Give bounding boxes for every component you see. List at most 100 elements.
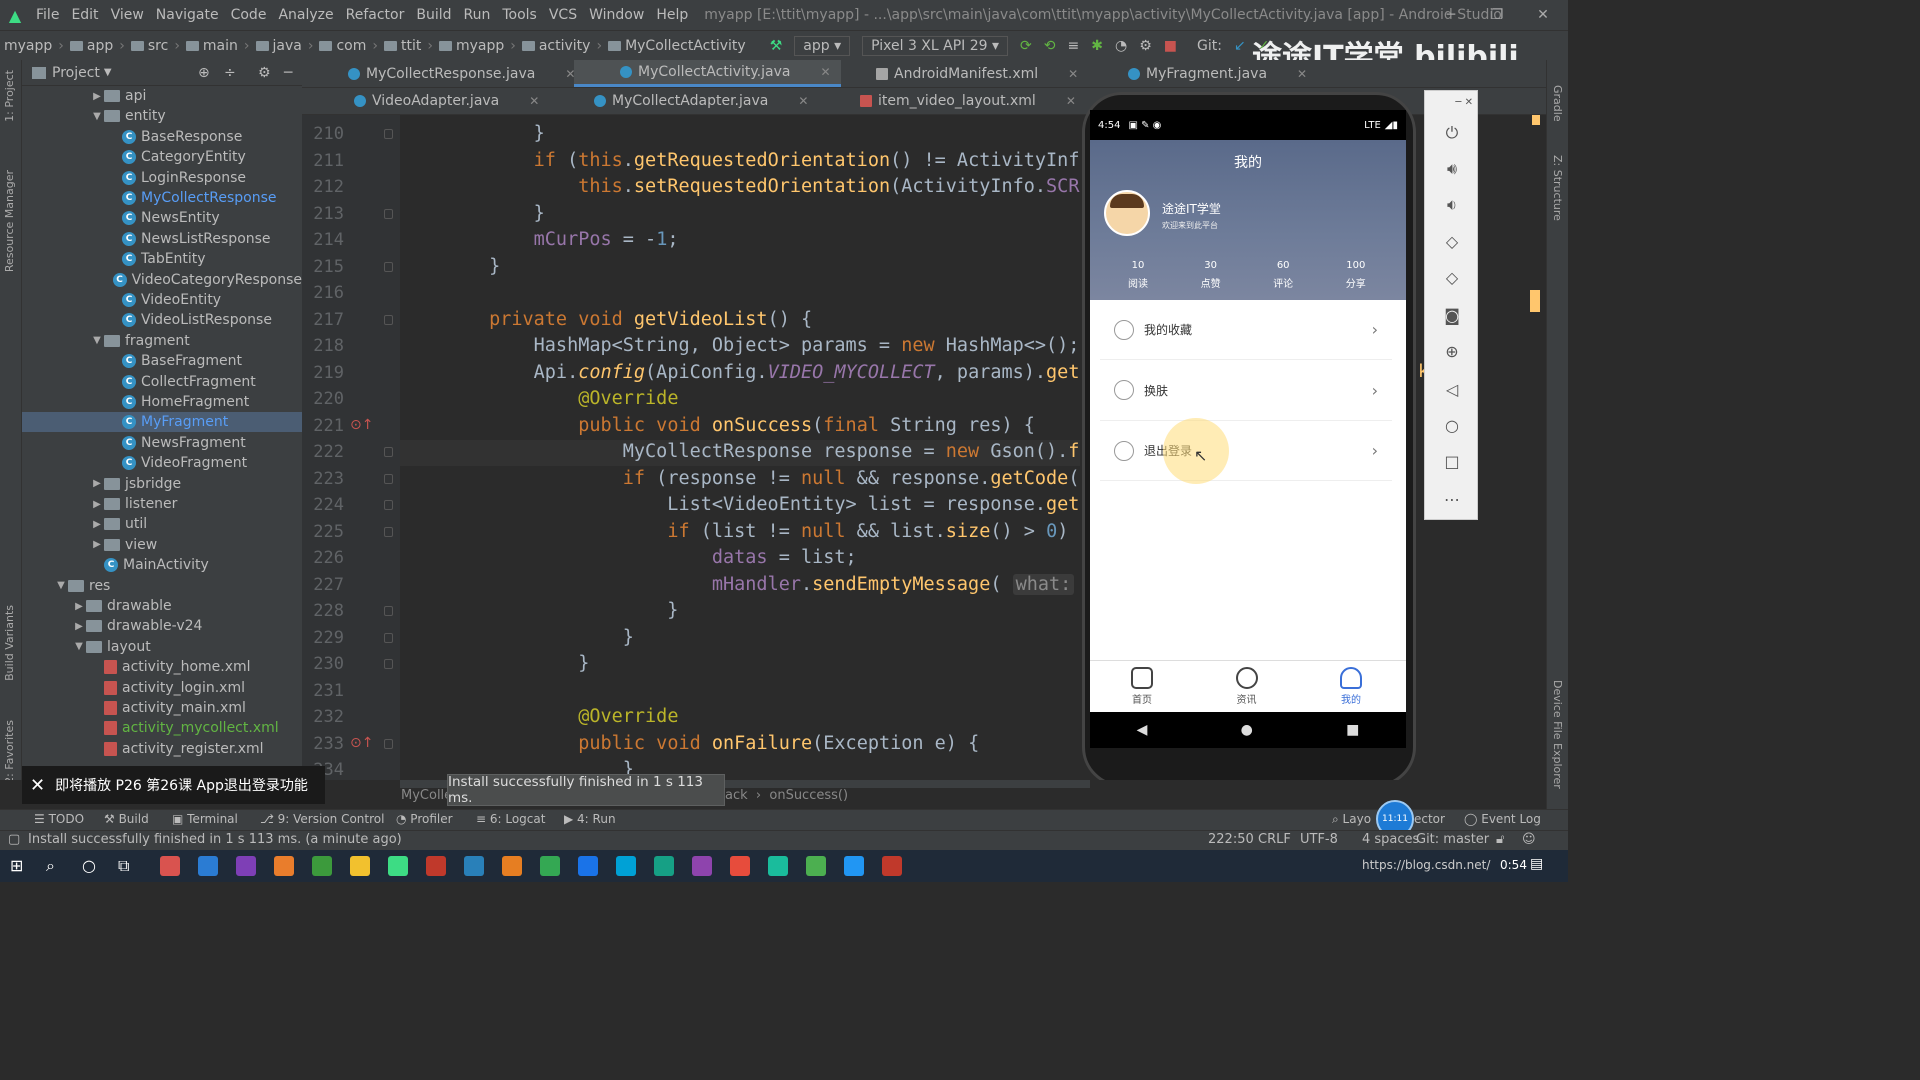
- nav-item[interactable]: 资讯: [1212, 665, 1282, 706]
- taskbar-app-icon[interactable]: [844, 856, 864, 876]
- fold-marker-icon[interactable]: [384, 738, 393, 749]
- resource-manager-tab[interactable]: Resource Manager: [3, 170, 16, 272]
- tree-item[interactable]: activity_login.xml: [22, 678, 302, 698]
- build-tab[interactable]: ⚒ Build: [104, 812, 149, 826]
- tree-item[interactable]: activity_mycollect.xml: [22, 718, 302, 738]
- version-control-tab[interactable]: ⎇ 9: Version Control: [260, 812, 384, 826]
- profile-icon[interactable]: ◔: [1109, 38, 1133, 54]
- favorites-tab[interactable]: 2: Favorites: [3, 720, 16, 784]
- lock-icon[interactable]: 🔓︎: [1496, 832, 1504, 847]
- stat-item[interactable]: 100 分享: [1326, 260, 1386, 290]
- taskbar-app-icon[interactable]: [426, 856, 446, 876]
- taskbar-app-icon[interactable]: [616, 856, 636, 876]
- cortana-icon[interactable]: ○: [82, 856, 96, 875]
- fold-marker-icon[interactable]: [384, 606, 393, 616]
- fold-marker-icon[interactable]: [384, 261, 393, 272]
- taskbar-app-icon[interactable]: [312, 856, 332, 876]
- breadcrumb-item[interactable]: ttit: [380, 38, 425, 54]
- breadcrumb-item[interactable]: com: [315, 38, 370, 54]
- tree-item[interactable]: C LoginResponse: [22, 168, 302, 188]
- menu-item-view[interactable]: View: [105, 7, 150, 23]
- override-icon[interactable]: ⊙↑: [350, 417, 373, 433]
- menu-item-navigate[interactable]: Navigate: [150, 7, 225, 23]
- fold-marker-icon[interactable]: [384, 632, 393, 643]
- run-config-select[interactable]: app ▾: [794, 35, 851, 56]
- cursor-position[interactable]: 222:50: [1208, 832, 1254, 847]
- tree-item[interactable]: C CollectFragment: [22, 372, 302, 392]
- fold-marker-icon[interactable]: [384, 208, 393, 219]
- expand-arrow-icon[interactable]: ▼: [90, 335, 104, 346]
- menu-row[interactable]: 换肤 ›: [1100, 361, 1392, 421]
- close-tab-icon[interactable]: ✕: [820, 65, 830, 79]
- run-tab[interactable]: ▶ 4: Run: [564, 812, 616, 826]
- breadcrumb-item[interactable]: MyCollectActivity: [604, 38, 750, 54]
- close-tab-icon[interactable]: ✕: [529, 94, 539, 108]
- attach-debugger-icon[interactable]: ⚙: [1133, 38, 1158, 54]
- tree-item[interactable]: C TabEntity: [22, 249, 302, 269]
- locate-icon[interactable]: ⊕: [198, 65, 210, 81]
- editor-tab[interactable]: VideoAdapter.java ✕: [308, 88, 549, 114]
- overview-icon[interactable]: □: [1425, 443, 1479, 479]
- menu-row[interactable]: 退出登录›: [1100, 421, 1392, 481]
- tree-item[interactable]: C NewsListResponse: [22, 229, 302, 249]
- tree-item[interactable]: C CategoryEntity: [22, 147, 302, 167]
- expand-arrow-icon[interactable]: ▶: [72, 621, 86, 632]
- indent-setting[interactable]: 4 spaces: [1362, 832, 1419, 847]
- git-branch[interactable]: Git: master: [1416, 832, 1489, 847]
- todo-tab[interactable]: ☰ TODO: [34, 812, 84, 826]
- editor-tab[interactable]: MyCollectActivity.java ✕: [574, 60, 841, 87]
- logcat-tab[interactable]: ≡ 6: Logcat: [476, 812, 545, 826]
- git-update-icon[interactable]: ↙: [1228, 38, 1252, 54]
- more-icon[interactable]: ⋯: [1425, 481, 1479, 517]
- breadcrumb-item[interactable]: java: [252, 38, 306, 54]
- avatar[interactable]: [1104, 190, 1150, 236]
- expand-arrow-icon[interactable]: ▶: [90, 539, 104, 550]
- menu-item-run[interactable]: Run: [458, 7, 497, 23]
- taskbar-app-icon[interactable]: [198, 856, 218, 876]
- breadcrumb-item[interactable]: myapp: [0, 38, 56, 54]
- profiler-tab[interactable]: ◔ Profiler: [396, 812, 453, 826]
- tree-item[interactable]: ▼ res: [22, 576, 302, 596]
- tree-item[interactable]: C NewsFragment: [22, 433, 302, 453]
- editor-tab[interactable]: AndroidManifest.xml ✕: [830, 60, 1088, 87]
- tree-item[interactable]: C HomeFragment: [22, 392, 302, 412]
- taskbar-app-icon[interactable]: [160, 856, 180, 876]
- hammer-icon[interactable]: ⚒: [764, 38, 789, 54]
- fold-marker-icon[interactable]: [384, 473, 393, 484]
- device-select[interactable]: Pixel 3 XL API 29 ▾: [862, 35, 1009, 56]
- close-tab-icon[interactable]: ✕: [798, 94, 808, 108]
- fold-marker-icon[interactable]: [384, 447, 393, 457]
- tree-item[interactable]: C MyFragment: [22, 412, 302, 433]
- collapse-icon[interactable]: ÷: [224, 65, 236, 81]
- expand-arrow-icon[interactable]: ▼: [72, 641, 86, 652]
- zoom-icon[interactable]: ⊕: [1425, 333, 1479, 369]
- tree-item[interactable]: C MyCollectResponse: [22, 188, 302, 208]
- menu-item-help[interactable]: Help: [650, 7, 694, 23]
- sync-icon[interactable]: ≡: [1062, 38, 1086, 54]
- recents-icon[interactable]: ■: [1346, 722, 1359, 738]
- expand-arrow-icon[interactable]: ▶: [72, 601, 86, 612]
- stop-icon[interactable]: ■: [1158, 38, 1183, 54]
- volume-up-icon[interactable]: 🔊︎: [1425, 151, 1479, 187]
- taskbar-app-icon[interactable]: [350, 856, 370, 876]
- minimize-icon[interactable]: ─: [1428, 0, 1474, 30]
- close-tab-icon[interactable]: ✕: [1297, 67, 1307, 81]
- tree-item[interactable]: C VideoEntity: [22, 290, 302, 310]
- menu-item-code[interactable]: Code: [225, 7, 273, 23]
- menu-item-analyze[interactable]: Analyze: [272, 7, 339, 23]
- expand-arrow-icon[interactable]: ▶: [90, 519, 104, 530]
- volume-down-icon[interactable]: 🔉︎: [1425, 187, 1479, 223]
- breadcrumb-item[interactable]: main: [182, 38, 242, 54]
- taskbar-app-icon[interactable]: [464, 856, 484, 876]
- inspection-icon[interactable]: ☺: [1522, 832, 1536, 847]
- breadcrumb-method[interactable]: ack › onSuccess(): [725, 788, 848, 803]
- tree-item[interactable]: activity_home.xml: [22, 657, 302, 677]
- code-editor[interactable]: } if (this.getRequestedOrientation() != …: [400, 115, 1080, 780]
- editor-tab[interactable]: item_video_layout.xml ✕: [814, 88, 1086, 114]
- taskbar-clock[interactable]: 0:54: [1500, 858, 1527, 872]
- hide-icon[interactable]: ─: [284, 65, 292, 81]
- tree-item[interactable]: ▼ layout: [22, 637, 302, 657]
- menu-item-window[interactable]: Window: [583, 7, 650, 23]
- project-view-select[interactable]: Project: [52, 65, 100, 81]
- build-variants-tab[interactable]: Build Variants: [3, 605, 16, 681]
